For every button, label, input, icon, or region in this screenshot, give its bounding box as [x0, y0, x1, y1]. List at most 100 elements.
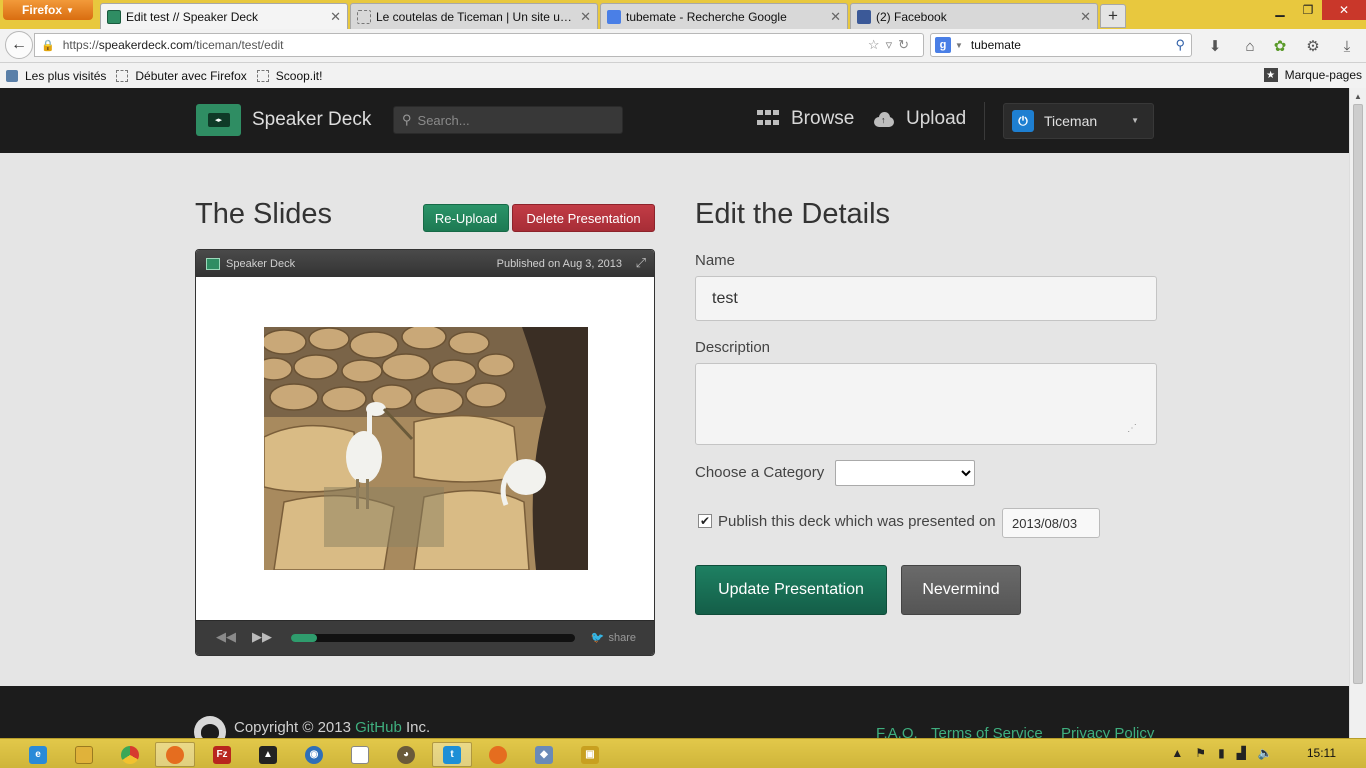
- scroll-thumb[interactable]: [1353, 104, 1363, 684]
- new-tab-button[interactable]: +: [1100, 4, 1126, 28]
- taskbar-document[interactable]: [340, 742, 380, 767]
- bookmark-scoopit[interactable]: Scoop.it!: [256, 69, 322, 83]
- search-bar[interactable]: g ▼ tubemate ⚲: [930, 33, 1192, 57]
- github-octocat-icon[interactable]: [194, 716, 226, 738]
- speakerdeck-logo[interactable]: ◂▸: [196, 104, 241, 136]
- bookmark-most-visited[interactable]: Les plus visités: [6, 69, 106, 83]
- user-menu-dropdown[interactable]: ⏻ Ticeman ▼: [1003, 103, 1154, 139]
- taskbar-firefox[interactable]: [155, 742, 195, 767]
- taskbar-app[interactable]: ◉: [294, 742, 334, 767]
- nav-browse[interactable]: Browse: [757, 108, 854, 130]
- plus-icon: +: [1108, 6, 1118, 25]
- url-bar[interactable]: 🔒 https://speakerdeck.com/ticeman/test/e…: [34, 33, 924, 57]
- search-bar-value: tubemate: [970, 38, 1021, 52]
- google-search-engine-icon[interactable]: g: [935, 37, 951, 53]
- tab-coutelas[interactable]: Le coutelas de Ticeman | Un site utilis.…: [350, 3, 598, 29]
- github-link[interactable]: GitHub: [355, 719, 402, 736]
- header-divider: [984, 102, 985, 140]
- update-presentation-button[interactable]: Update Presentation: [695, 565, 887, 615]
- footer-link-faq[interactable]: F.A.Q.: [876, 725, 918, 738]
- resize-grip-icon[interactable]: ⋰: [1127, 423, 1137, 434]
- nevermind-button[interactable]: Nevermind: [901, 565, 1021, 615]
- taskbar-virtualbox[interactable]: ◆: [524, 742, 564, 767]
- search-icon[interactable]: ⚲: [1175, 37, 1185, 53]
- network-signal-icon[interactable]: ▟: [1237, 746, 1246, 760]
- previous-slide-icon[interactable]: ◀◀: [216, 629, 236, 645]
- firefox-menu-label: Firefox: [22, 3, 63, 17]
- site-brand[interactable]: Speaker Deck: [252, 109, 371, 131]
- nav-browse-label: Browse: [791, 108, 855, 129]
- tool-icon: ▣: [581, 745, 599, 764]
- clock[interactable]: 15:11: [1307, 746, 1336, 760]
- bookmark-getting-started[interactable]: Débuter avec Firefox: [116, 69, 247, 83]
- taskbar-filezilla[interactable]: Fz: [202, 742, 242, 767]
- publish-checkbox[interactable]: ✔: [698, 514, 712, 528]
- name-input[interactable]: [695, 276, 1157, 321]
- volume-icon[interactable]: 🔈: [1258, 746, 1273, 760]
- maximize-button[interactable]: ❐: [1294, 0, 1322, 20]
- page-scrollbar[interactable]: ▲: [1349, 88, 1366, 738]
- close-tab-icon[interactable]: ✕: [580, 9, 591, 25]
- taskbar-firefox-alt[interactable]: [478, 742, 518, 767]
- battery-icon[interactable]: ▮: [1218, 746, 1225, 760]
- url-prefix: https://: [62, 38, 99, 52]
- close-tab-icon[interactable]: ✕: [1080, 9, 1091, 25]
- tab-edit-test[interactable]: Edit test // Speaker Deck ✕: [100, 3, 348, 29]
- publish-date-input[interactable]: [1002, 508, 1100, 538]
- taskbar-ie[interactable]: e: [18, 742, 58, 767]
- chevron-down-icon: ▼: [955, 40, 963, 50]
- share-button[interactable]: 🐦 share: [591, 631, 636, 645]
- taskbar-inkscape[interactable]: ▲: [248, 742, 288, 767]
- description-label: Description: [695, 339, 771, 356]
- taskbar-tool[interactable]: ▣: [570, 742, 610, 767]
- sync-icon[interactable]: ⚙: [1304, 37, 1322, 55]
- nav-upload-label: Upload: [906, 108, 967, 129]
- slide-progress-bar[interactable]: [291, 634, 575, 642]
- tray-expand-icon[interactable]: ▲: [1171, 746, 1183, 760]
- firefox-icon: [489, 745, 507, 764]
- slide-player: Speaker Deck Published on Aug 3, 2013 ⤢: [195, 249, 655, 656]
- taskbar-explorer[interactable]: [64, 742, 104, 767]
- downloads-arrow-icon[interactable]: ⤓: [1338, 37, 1356, 55]
- flag-icon[interactable]: ⚑: [1195, 746, 1206, 760]
- facebook-favicon-icon: [857, 9, 871, 24]
- chrome-icon: [121, 745, 139, 764]
- search-input[interactable]: [417, 112, 608, 128]
- delete-presentation-button[interactable]: Delete Presentation: [512, 204, 655, 232]
- nav-upload[interactable]: ↑ Upload: [872, 108, 966, 130]
- footer-link-privacy[interactable]: Privacy Policy: [1061, 725, 1154, 738]
- taskbar-chrome[interactable]: [110, 742, 150, 767]
- tab-facebook[interactable]: (2) Facebook ✕: [850, 3, 1098, 29]
- speakerdeck-mini-logo-icon: [206, 257, 220, 270]
- taskbar-twitter[interactable]: t: [432, 742, 472, 767]
- minimize-button[interactable]: ▁: [1266, 0, 1294, 20]
- site-footer: Copyright © 2013 GitHub Inc. F.A.Q. Term…: [0, 686, 1349, 738]
- taskbar-gimp[interactable]: ◕: [386, 742, 426, 767]
- window-close-button[interactable]: ✕: [1322, 0, 1366, 20]
- home-icon[interactable]: ⌂: [1241, 37, 1259, 55]
- close-tab-icon[interactable]: ✕: [830, 9, 841, 25]
- expand-fullscreen-icon[interactable]: ⤢: [636, 255, 646, 271]
- bookmarks-menu-button[interactable]: ★ Marque-pages: [1263, 68, 1362, 82]
- player-top-bar: Speaker Deck Published on Aug 3, 2013 ⤢: [196, 250, 654, 277]
- page-viewport: ◂▸ Speaker Deck ⚲ Browse ↑ Upload ⏻ Tice…: [0, 88, 1366, 738]
- reload-icon[interactable]: ↻: [898, 37, 915, 52]
- firefox-menu-button[interactable]: Firefox ▼: [3, 0, 93, 20]
- download-icon[interactable]: ⬇: [1206, 37, 1224, 55]
- close-tab-icon[interactable]: ✕: [330, 9, 341, 25]
- category-select[interactable]: [835, 460, 975, 486]
- scroll-up-arrow-icon[interactable]: ▲: [1354, 92, 1362, 101]
- bookmark-star-icon[interactable]: ☆: [868, 37, 886, 52]
- tab-google-search[interactable]: tubemate - Recherche Google ✕: [600, 3, 848, 29]
- tab-strip: Firefox ▼ Edit test // Speaker Deck ✕ Le…: [0, 0, 1366, 29]
- firefox-icon: [166, 745, 184, 764]
- back-button[interactable]: ←: [5, 31, 33, 59]
- reupload-button[interactable]: Re-Upload: [423, 204, 509, 232]
- next-slide-icon[interactable]: ▶▶: [252, 629, 272, 645]
- addon-icon[interactable]: ✿: [1271, 37, 1289, 55]
- description-textarea[interactable]: [695, 363, 1157, 445]
- history-dropdown-icon[interactable]: ▿: [886, 37, 899, 52]
- player-brand[interactable]: Speaker Deck: [226, 258, 295, 270]
- slide-image[interactable]: [264, 327, 588, 570]
- footer-link-terms[interactable]: Terms of Service: [931, 725, 1043, 738]
